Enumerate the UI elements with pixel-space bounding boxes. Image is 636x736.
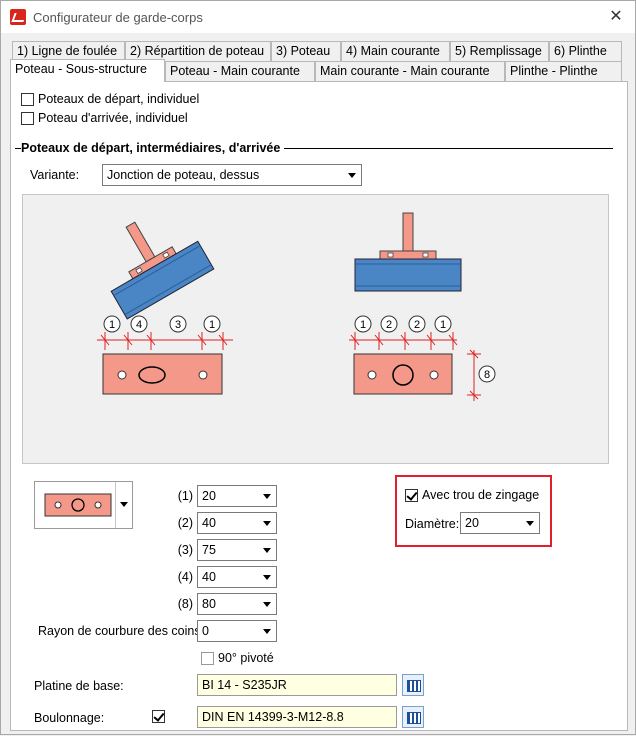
bolting-field[interactable]: DIN EN 14399-3-M12-8.8 — [197, 706, 397, 728]
corner-radius-value: 0 — [202, 624, 209, 638]
plate-shape-selector[interactable] — [34, 481, 133, 529]
diameter-label: Diamètre: — [405, 517, 460, 531]
chevron-down-icon — [263, 602, 271, 607]
plate-shape-icon — [44, 493, 112, 517]
base-plate-library-button[interactable] — [402, 674, 424, 696]
corner-radius-select[interactable]: 0 — [197, 620, 277, 642]
param-label-4: (4) — [177, 570, 193, 584]
left-dim-3: 3 — [175, 319, 181, 331]
variant-select[interactable]: Jonction de poteau, dessus — [102, 164, 362, 186]
plate-shape-divider — [115, 482, 116, 528]
base-plate-label: Platine de base: — [34, 679, 124, 693]
chevron-down-icon — [120, 502, 128, 507]
connection-diagram: 1 4 3 1 1 2 2 1 8 — [97, 212, 496, 401]
preview-diagram: 1 4 3 1 1 2 2 1 8 — [22, 194, 609, 464]
param-select-1[interactable]: 20 — [197, 485, 277, 507]
straight-beam-assembly — [354, 212, 462, 292]
param-value-2: 40 — [202, 516, 216, 530]
left-dim-2: 4 — [136, 319, 142, 331]
diameter-value: 20 — [465, 516, 479, 530]
diameter-select[interactable]: 20 — [460, 512, 540, 534]
param-label-1: (1) — [177, 489, 193, 503]
left-dim-4: 1 — [209, 319, 215, 331]
start-post-checkbox[interactable] — [21, 93, 34, 106]
right-dim-3: 2 — [414, 319, 420, 331]
chevron-down-icon — [263, 521, 271, 526]
param-value-4: 40 — [202, 570, 216, 584]
param-select-8[interactable]: 80 — [197, 593, 277, 615]
variant-label: Variante: — [30, 168, 80, 182]
right-base-plate — [353, 353, 453, 395]
side-dim: 8 — [484, 369, 490, 381]
bolting-checkbox[interactable] — [152, 710, 165, 723]
section-title: Poteaux de départ, intermédiaires, d'arr… — [21, 141, 285, 155]
chevron-down-icon — [263, 494, 271, 499]
variant-value: Jonction de poteau, dessus — [107, 168, 260, 182]
configurator-window: Configurateur de garde-corps ✕ 1) Ligne … — [0, 0, 636, 735]
param-value-3: 75 — [202, 543, 216, 557]
chevron-down-icon — [263, 629, 271, 634]
chevron-down-icon — [263, 548, 271, 553]
galvanizing-label: Avec trou de zingage — [422, 488, 540, 502]
param-value-8: 80 — [202, 597, 216, 611]
param-label-3: (3) — [177, 543, 193, 557]
left-dimension-labels: 1 4 3 1 — [103, 315, 221, 333]
chevron-down-icon — [348, 173, 356, 178]
tilted-beam-assembly — [110, 221, 215, 320]
galvanizing-highlight — [395, 475, 552, 547]
panel-content: Poteaux de départ, individuel Poteau d'a… — [1, 1, 636, 736]
corner-radius-label: Rayon de courbure des coins: — [38, 624, 205, 638]
right-dim-4: 1 — [440, 319, 446, 331]
param-value-1: 20 — [202, 489, 216, 503]
param-select-3[interactable]: 75 — [197, 539, 277, 561]
param-select-2[interactable]: 40 — [197, 512, 277, 534]
end-post-checkbox[interactable] — [21, 112, 34, 125]
param-label-2: (2) — [177, 516, 193, 530]
param-label-8: (8) — [177, 597, 193, 611]
galvanizing-checkbox[interactable] — [405, 489, 418, 502]
chevron-down-icon — [526, 521, 534, 526]
left-dimension-chain — [97, 332, 233, 350]
bolting-label: Boulonnage: — [34, 711, 105, 725]
right-dim-1: 1 — [360, 319, 366, 331]
bolting-library-button[interactable] — [402, 706, 424, 728]
param-select-4[interactable]: 40 — [197, 566, 277, 588]
chevron-down-icon — [263, 575, 271, 580]
left-dim-1: 1 — [109, 319, 115, 331]
end-post-label: Poteau d'arrivée, individuel — [38, 111, 188, 125]
base-plate-field[interactable]: BI 14 - S235JR — [197, 674, 397, 696]
rotated-label: 90° pivoté — [218, 651, 274, 665]
left-base-plate — [102, 353, 223, 395]
rotated-checkbox[interactable] — [201, 652, 214, 665]
right-dim-2: 2 — [386, 319, 392, 331]
start-post-label: Poteaux de départ, individuel — [38, 92, 200, 106]
